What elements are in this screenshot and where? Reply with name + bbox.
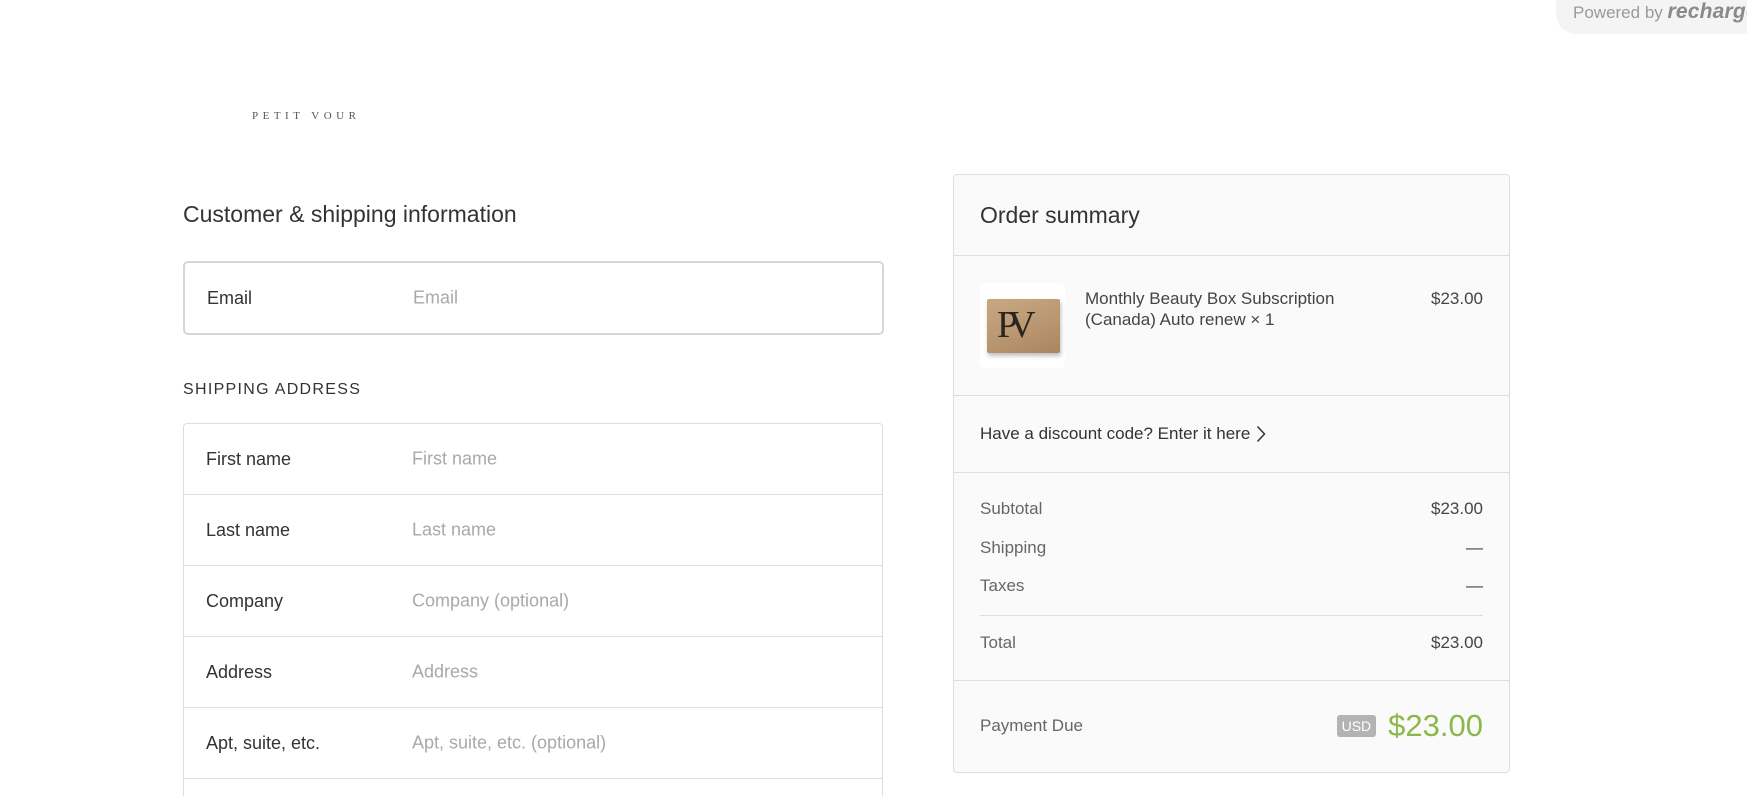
last-name-row: Last name	[184, 495, 882, 566]
summary-divider	[954, 255, 1509, 256]
currency-badge: USD	[1336, 715, 1377, 737]
customer-section-title: Customer & shipping information	[183, 201, 517, 227]
totals-divider	[980, 615, 1483, 616]
taxes-value: —	[1466, 576, 1483, 595]
first-name-row: First name	[184, 424, 882, 495]
taxes-row: Taxes —	[980, 576, 1483, 596]
company-label: Company	[206, 590, 284, 611]
shipping-address-heading: SHIPPING ADDRESS	[183, 381, 362, 398]
apt-row: Apt, suite, etc.	[184, 708, 882, 779]
address-label: Address	[206, 661, 273, 682]
shipping-row: Shipping —	[980, 538, 1483, 558]
total-row: Total $23.00	[980, 633, 1483, 653]
shipping-address-form: First name Last name Company Address Apt…	[183, 423, 883, 796]
payment-due-amount-group: USD $23.00	[1336, 708, 1483, 744]
powered-by-badge[interactable]: Powered by recharge	[1556, 0, 1747, 34]
chevron-right-icon	[1256, 425, 1266, 443]
order-summary-panel: Order summary PV Monthly Beauty Box Subs…	[953, 174, 1510, 773]
shipping-value: —	[1466, 538, 1483, 557]
discount-code-link[interactable]: Have a discount code? Enter it here	[980, 424, 1266, 444]
first-name-label: First name	[206, 448, 292, 469]
company-row: Company	[184, 566, 882, 637]
email-input[interactable]	[413, 287, 868, 309]
summary-divider	[954, 395, 1509, 396]
product-name: Monthly Beauty Box Subscription (Canada)…	[1085, 289, 1335, 329]
subtotal-row: Subtotal $23.00	[980, 499, 1483, 519]
email-field-container: Email	[183, 261, 884, 335]
total-value: $23.00	[1431, 633, 1483, 652]
summary-divider	[954, 472, 1509, 473]
apt-label: Apt, suite, etc.	[206, 732, 321, 753]
total-label: Total	[980, 633, 1016, 652]
product-price: $23.00	[1431, 289, 1483, 308]
address-input[interactable]	[412, 661, 868, 683]
taxes-label: Taxes	[980, 576, 1025, 595]
email-label: Email	[207, 287, 253, 308]
order-summary-title: Order summary	[980, 202, 1140, 228]
payment-due-amount: $23.00	[1388, 708, 1483, 743]
product-box-monogram: PV	[997, 304, 1035, 346]
apt-input[interactable]	[412, 732, 868, 754]
discount-code-text: Have a discount code? Enter it here	[980, 424, 1251, 443]
shipping-label: Shipping	[980, 538, 1047, 557]
subtotal-value: $23.00	[1431, 499, 1483, 518]
last-name-label: Last name	[206, 519, 291, 540]
store-logo[interactable]: PETIT VOUR	[252, 110, 360, 122]
first-name-input[interactable]	[412, 448, 868, 470]
subtotal-label: Subtotal	[980, 499, 1043, 518]
product-image: PV	[980, 283, 1065, 368]
last-name-input[interactable]	[412, 519, 868, 541]
powered-by-text: Powered by	[1573, 3, 1663, 22]
product-box-graphic: PV	[987, 299, 1060, 353]
payment-due-label: Payment Due	[980, 716, 1083, 735]
address-row: Address	[184, 637, 882, 708]
summary-divider	[954, 680, 1509, 681]
company-input[interactable]	[412, 590, 868, 612]
recharge-logo: recharge	[1667, 0, 1747, 23]
